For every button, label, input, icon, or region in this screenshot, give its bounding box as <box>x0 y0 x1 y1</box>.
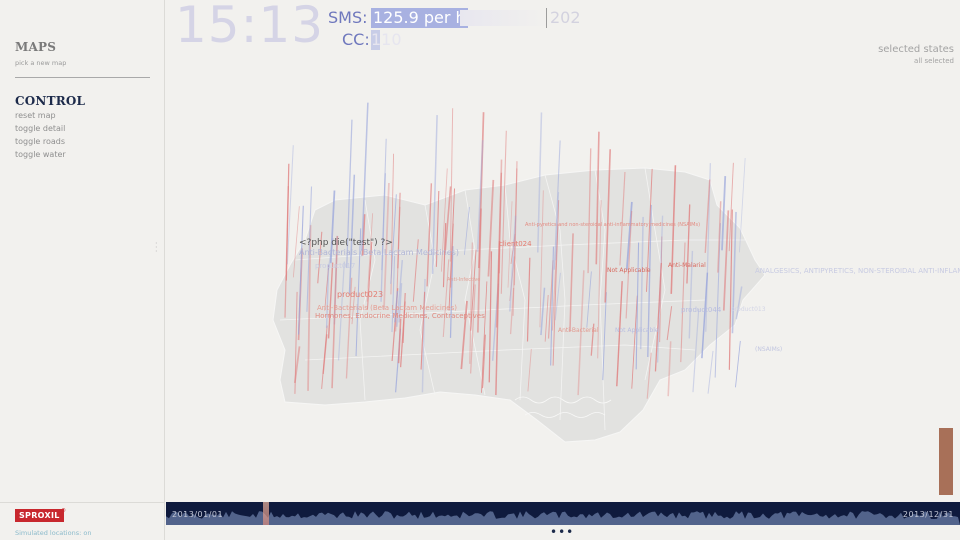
timeline-playhead[interactable] <box>263 502 269 525</box>
map-label: product013 <box>731 306 766 313</box>
more-options-icon[interactable]: ••• <box>550 525 574 539</box>
sidebar-resize-handle[interactable]: · · · <box>155 240 158 256</box>
timeline[interactable]: 2013/01/01 2013/12/31 <box>166 502 960 525</box>
text-cursor <box>546 8 547 28</box>
map-label: <?php die("test") ?> <box>299 238 393 248</box>
timeline-start-date: 2013/01/01 <box>172 510 224 519</box>
sidebar-footer: SPROXIL ® Simulated locations: on <box>0 502 165 540</box>
section-divider <box>15 77 150 78</box>
control-section-title: CONTROL <box>15 94 86 108</box>
map-label: ANALGESICS, ANTIPYRETICS, NON-STEROIDAL … <box>755 267 960 275</box>
map-label: client024 <box>499 240 532 248</box>
map-label: Anti-pyretics and non-steroidal anti-inf… <box>525 222 701 228</box>
sms-count: 202 <box>550 8 581 27</box>
selected-states-title: selected states <box>878 44 954 55</box>
reset-map-link[interactable]: reset map <box>15 111 56 120</box>
map-canvas[interactable] <box>165 0 960 500</box>
toggle-roads-link[interactable]: toggle roads <box>15 137 65 146</box>
sms-rate-value: 125.9 per h <box>371 8 468 28</box>
timeline-waveform <box>166 511 960 525</box>
cc-value: 110 <box>371 30 402 49</box>
maps-section-title: MAPS <box>15 40 57 54</box>
map-label: Anti-Bacterials (Beta Lactam Medicines) <box>317 304 457 312</box>
sms-label: SMS: <box>328 8 368 27</box>
map-label: Anti-Bacterial <box>558 327 599 334</box>
clock: 15:13 <box>175 0 325 54</box>
data-spike <box>735 340 741 388</box>
map-view[interactable]: <?php die("test") ?> Anti-Bacterials (Be… <box>165 0 960 500</box>
selected-states-value[interactable]: all selected <box>914 57 954 65</box>
sproxil-logo: SPROXIL <box>15 509 64 522</box>
pick-new-map-link[interactable]: pick a new map <box>15 59 66 67</box>
toggle-water-link[interactable]: toggle water <box>15 150 66 159</box>
app-root: MAPS pick a new map CONTROL reset map to… <box>0 0 960 540</box>
map-label: product017 <box>315 262 356 270</box>
map-label: product023 <box>337 290 384 299</box>
map-label: Not Applicable <box>615 327 659 334</box>
cc-label: CC: <box>342 30 370 49</box>
simulated-locations-status: Simulated locations: on <box>15 529 92 537</box>
map-label: Anti-Malarial <box>668 262 706 269</box>
map-label: Anti-Bacterials (Beta Lactam Medicines) <box>299 248 459 257</box>
toggle-detail-link[interactable]: toggle detail <box>15 124 65 133</box>
map-label: (NSAIMs) <box>755 346 783 353</box>
sidebar: MAPS pick a new map CONTROL reset map to… <box>0 0 165 540</box>
data-spike <box>707 350 714 394</box>
sms-rate-fade <box>460 10 550 26</box>
volume-indicator-bar <box>939 428 953 495</box>
map-label: Hormones, Endocrine Medicines, Contracep… <box>315 312 485 320</box>
map-label: Not Applicable <box>607 267 651 274</box>
registered-mark: ® <box>61 508 66 514</box>
map-label: product044 <box>681 306 722 314</box>
map-label: Anti-Infective <box>447 277 481 283</box>
timeline-end-date: 2013/12/31 <box>902 510 954 519</box>
